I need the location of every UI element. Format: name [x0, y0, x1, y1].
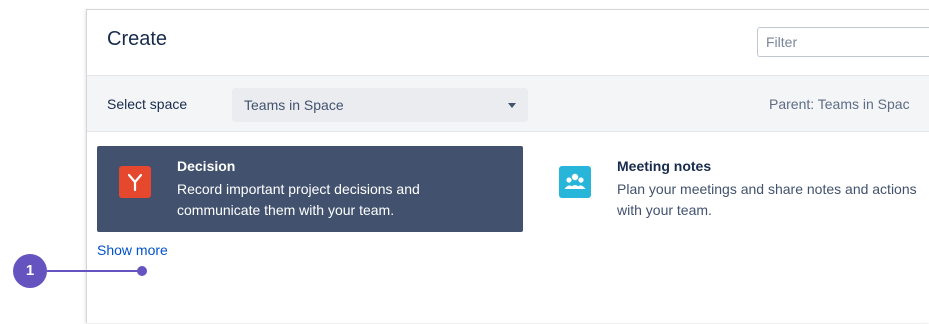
- meeting-notes-icon: [559, 166, 591, 198]
- decision-icon: [119, 166, 151, 198]
- template-card-meeting-notes[interactable]: Meeting notes Plan your meetings and sha…: [537, 146, 927, 232]
- space-selector-bar: Select space Teams in Space Parent: Team…: [87, 75, 929, 132]
- chevron-down-icon: [508, 103, 516, 108]
- dialog-title: Create: [107, 28, 168, 50]
- callout-number-badge: 1: [13, 254, 47, 288]
- template-title: Decision: [177, 158, 236, 174]
- template-description: Record important project decisions and c…: [177, 181, 420, 218]
- template-card-decision[interactable]: Decision Record important project decisi…: [97, 146, 523, 232]
- space-dropdown[interactable]: Teams in Space: [232, 88, 528, 122]
- callout-connector-line: [47, 270, 141, 272]
- template-description: Plan your meetings and share notes and a…: [617, 181, 917, 218]
- template-title: Meeting notes: [617, 158, 712, 174]
- create-dialog: Create Select space Teams in Space Paren…: [86, 9, 929, 323]
- filter-input[interactable]: [757, 27, 929, 57]
- space-dropdown-value: Teams in Space: [244, 97, 344, 113]
- dialog-header: Create: [87, 10, 929, 75]
- parent-page-text: Parent: Teams in Spac: [769, 96, 910, 112]
- callout-pointer-dot: [137, 266, 147, 276]
- select-space-label: Select space: [107, 96, 188, 112]
- show-more-link[interactable]: Show more: [97, 242, 168, 258]
